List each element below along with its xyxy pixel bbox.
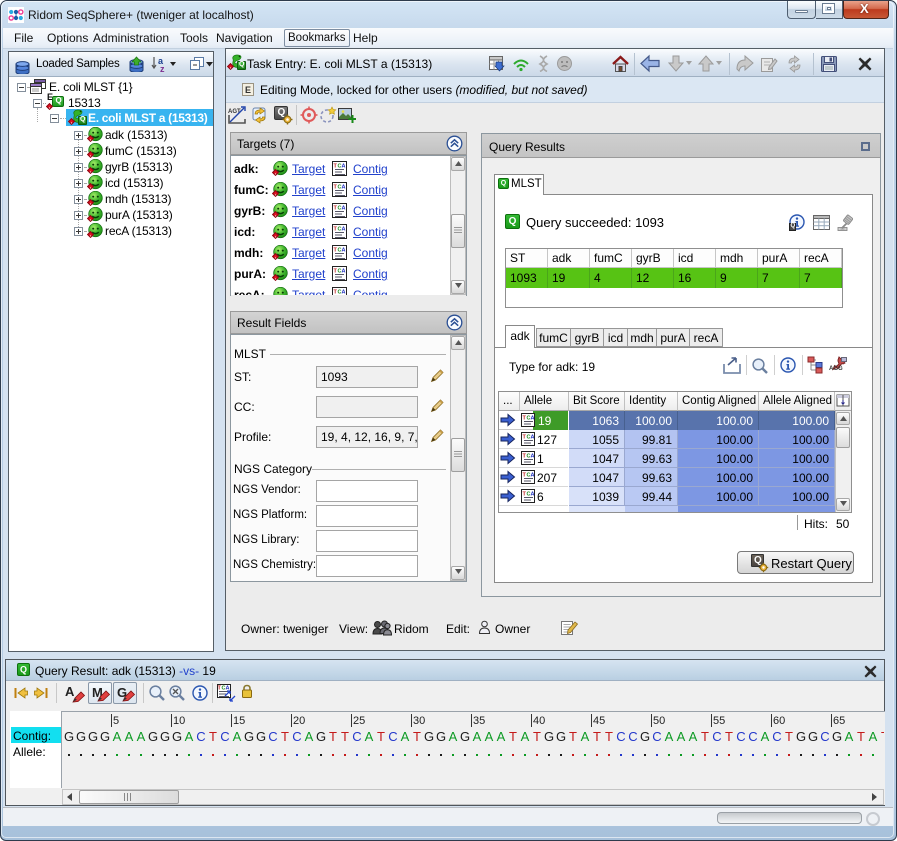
svg-text:A: A [531,473,535,479]
svg-text:A: A [342,206,346,212]
svg-text:A: A [342,269,346,275]
svg-text:z: z [160,64,165,73]
svg-text:A: A [531,492,535,498]
svg-text:A: A [342,185,346,191]
svg-text:A: A [531,416,535,422]
svg-text:A: A [342,248,346,254]
svg-text:A: A [342,164,346,170]
svg-text:A: A [342,227,346,233]
svg-text:A: A [531,435,535,441]
svg-text:A: A [531,454,535,460]
